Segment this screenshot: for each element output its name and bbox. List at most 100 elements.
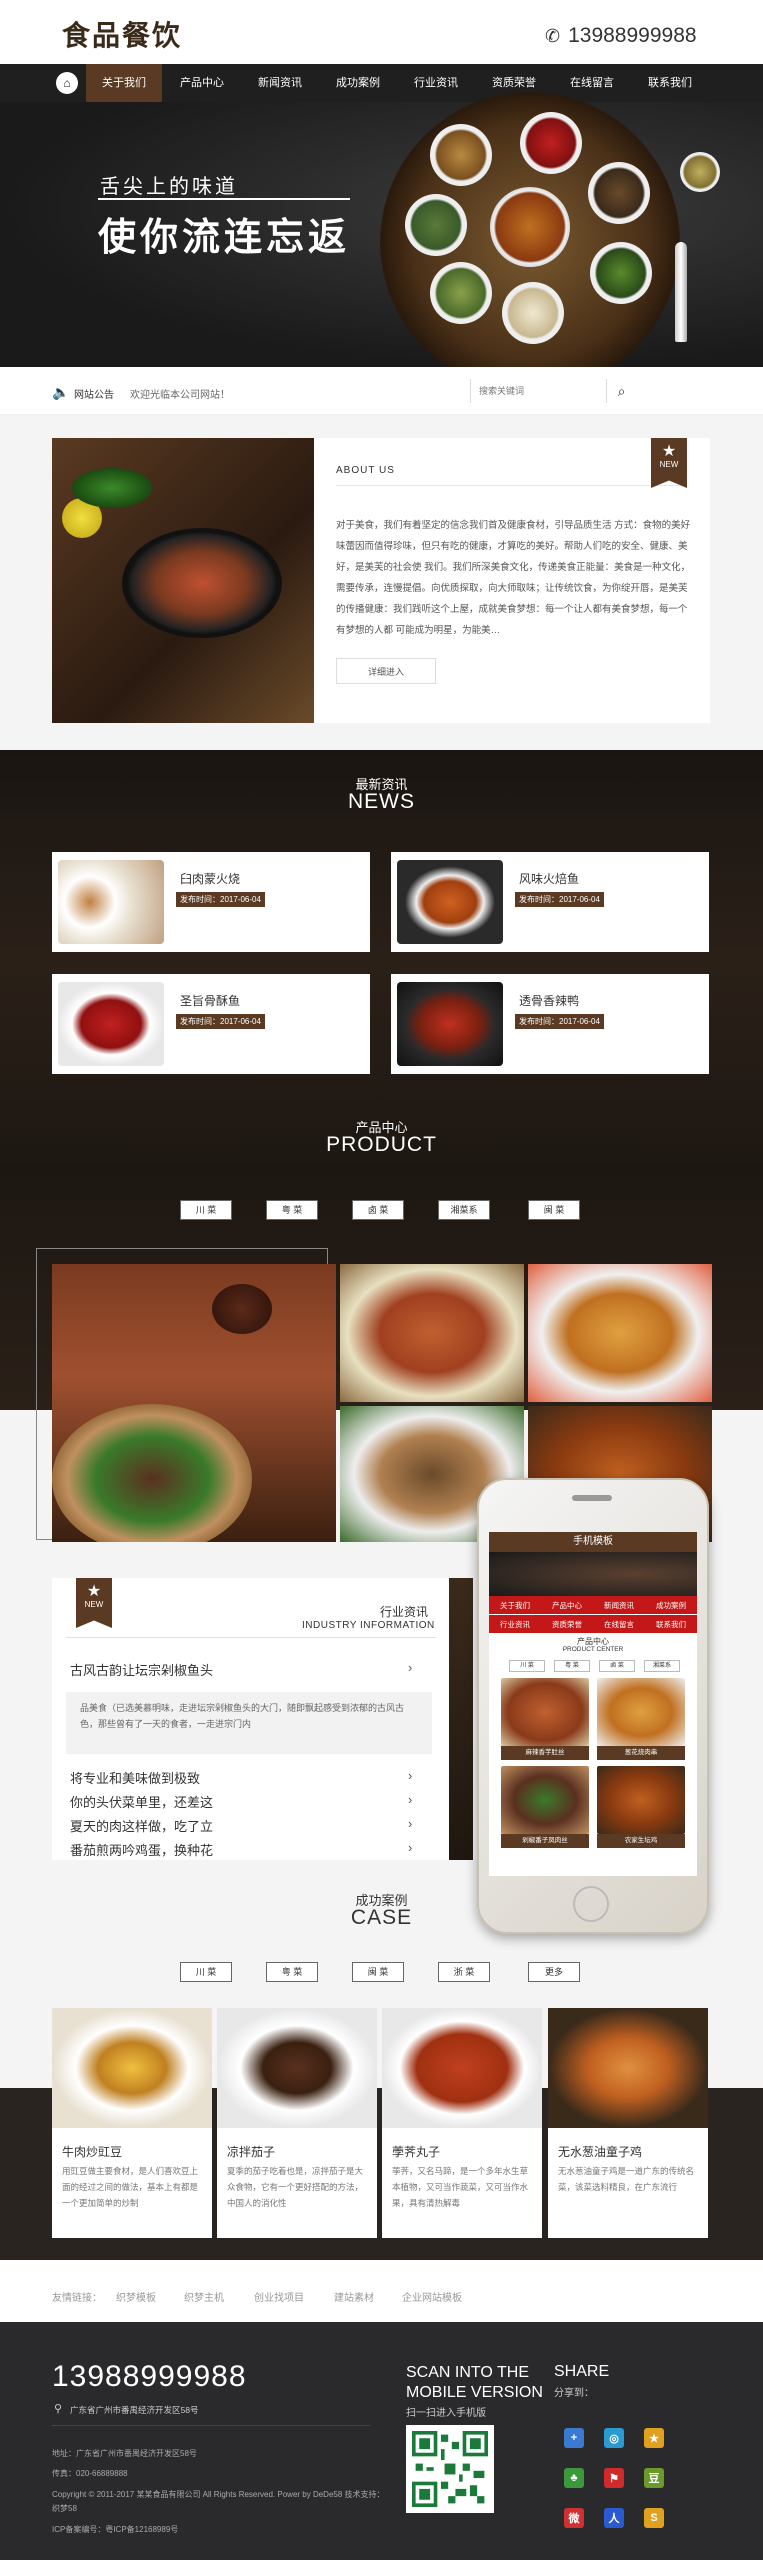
case-card[interactable]: 牛肉炒豇豆 用豇豆做主要食材，是人们喜欢豆上面的经过之间的做法，基本上有都是一个… [52, 2008, 212, 2238]
case-title[interactable]: 牛肉炒豇豆 [62, 2143, 122, 2160]
product-tab[interactable]: 闽 菜 [528, 1200, 580, 1220]
mobile-tab[interactable]: 卤 菜 [599, 1660, 635, 1672]
sohu-share-icon[interactable]: S [644, 2508, 664, 2528]
phone-speaker [572, 1495, 612, 1501]
case-card[interactable]: 凉拌茄子 夏季的茄子吃着也是，凉拌茄子是大众食物，它有一个更好搭配的方法，中国人… [217, 2008, 377, 2238]
notice-text[interactable]: 欢迎光临本公司网站！ [130, 386, 230, 401]
case-tab[interactable]: 更多 [528, 1962, 580, 1982]
case-title[interactable]: 荸荠丸子 [392, 2143, 440, 2160]
news-title[interactable]: 透骨香辣鸭 [519, 992, 579, 1009]
nav-item-cases[interactable]: 成功案例 [320, 64, 396, 102]
industry-item[interactable]: 将专业和美味做到极致 [70, 1768, 200, 1787]
case-desc: 无水葱油童子鸡是一道广东的传统名菜，该菜选料精良，在广东流行 [558, 2166, 695, 2192]
footer-icp[interactable]: ICP备案编号：粤ICP备12168989号 [52, 2524, 178, 2535]
chevron-right-icon[interactable]: › [408, 1816, 412, 1831]
friend-link[interactable]: 企业网站模板 [402, 2289, 462, 2304]
clover-share-icon[interactable]: ♣ [564, 2468, 584, 2488]
industry-item[interactable]: 番茄煎两吟鸡蛋，换种花 [70, 1840, 213, 1859]
mobile-nav-item[interactable]: 联系我们 [656, 1619, 686, 1630]
weibo-share-icon[interactable]: 微 [564, 2508, 584, 2528]
footer-fax: 传真：020-66889888 [52, 2469, 128, 2478]
mobile-tab[interactable]: 川 菜 [509, 1660, 545, 1672]
about-text: 对于美食，我们有着坚定的信念我们首及健康食材，引导品质生活 方式：食物的美好味蕾… [336, 520, 691, 636]
mobile-nav-item[interactable]: 新闻资讯 [604, 1600, 634, 1611]
mobile-nav-item[interactable]: 资质荣誉 [552, 1619, 582, 1630]
friend-links [0, 2260, 763, 2322]
nav-item-news[interactable]: 新闻资讯 [242, 64, 318, 102]
mobile-nav-item[interactable]: 成功案例 [656, 1600, 686, 1611]
search-icon[interactable]: ⌕ [606, 379, 636, 403]
speaker-icon: 🔈 [52, 384, 70, 400]
chevron-right-icon[interactable]: › [408, 1840, 412, 1855]
chevron-right-icon[interactable]: › [408, 1768, 412, 1783]
product-image[interactable] [340, 1264, 524, 1402]
nav-item-about[interactable]: 关于我们 [86, 64, 162, 102]
news-title[interactable]: 风味火焙鱼 [519, 870, 579, 887]
friend-link[interactable]: 创业找项目 [254, 2289, 304, 2304]
tencent-weibo-share-icon[interactable]: ◎ [604, 2428, 624, 2448]
phone-icon: ✆ [545, 25, 561, 46]
nav-item-products[interactable]: 产品中心 [164, 64, 240, 102]
product-image[interactable] [528, 1264, 712, 1402]
nav-item-industry[interactable]: 行业资讯 [398, 64, 474, 102]
product-tab[interactable]: 粤 菜 [266, 1200, 318, 1220]
mobile-product-image[interactable] [501, 1678, 589, 1746]
product-image-featured[interactable] [52, 1264, 336, 1542]
mobile-product-image[interactable] [597, 1766, 685, 1834]
site-logo[interactable]: 食品餐饮 [62, 14, 182, 54]
news-date: 发布时间：2017-06-04 [515, 892, 604, 907]
case-tab[interactable]: 粤 菜 [266, 1962, 318, 1982]
case-tab[interactable]: 闽 菜 [352, 1962, 404, 1982]
renren-share-icon[interactable]: 人 [604, 2508, 624, 2528]
banner-line2: 使你流连忘返 [98, 214, 351, 259]
news-card[interactable]: 臼肉蒙火烧 发布时间：2017-06-04 [52, 852, 370, 952]
flag-share-icon[interactable]: ⚑ [604, 2468, 624, 2488]
news-card[interactable]: 圣旨骨酥鱼 发布时间：2017-06-04 [52, 974, 370, 1074]
home-icon[interactable]: ⌂ [56, 72, 78, 94]
case-card[interactable]: 荸荠丸子 荸荠，又名马蹄，是一个多年水生草本植物，又可当作蔬菜，又可当作水果，具… [382, 2008, 542, 2238]
case-tab[interactable]: 川 菜 [180, 1962, 232, 1982]
product-tab[interactable]: 川 菜 [180, 1200, 232, 1220]
chevron-right-icon[interactable]: › [408, 1660, 412, 1675]
qzone-share-icon[interactable]: + [564, 2428, 584, 2448]
mobile-tab[interactable]: 粤 菜 [554, 1660, 590, 1672]
case-title[interactable]: 无水葱油童子鸡 [558, 2143, 642, 2160]
news-card[interactable]: 风味火焙鱼 发布时间：2017-06-04 [391, 852, 709, 952]
industry-item[interactable]: 夏天的肉这样做，吃了立 [70, 1816, 213, 1835]
mobile-preview-screen: 手机模板 关于我们 产品中心 新闻资讯 成功案例 行业资讯 资质荣誉 在线留言 … [489, 1532, 697, 1876]
industry-item[interactable]: 你的头伏菜单里，还差这 [70, 1792, 213, 1811]
mobile-nav-item[interactable]: 关于我们 [500, 1600, 530, 1611]
news-heading-en: NEWS [348, 790, 415, 813]
news-title[interactable]: 圣旨骨酥鱼 [180, 992, 240, 1009]
footer-addr2: 地址：广东省广州市番禺经济开发区58号 [52, 2449, 197, 2458]
chevron-right-icon[interactable]: › [408, 1792, 412, 1807]
industry-badge-label: NEW [84, 1600, 104, 1609]
mobile-product-image[interactable] [597, 1678, 685, 1746]
about-more-button[interactable]: 详细进入 [336, 658, 436, 684]
product-tab[interactable]: 卤 菜 [352, 1200, 404, 1220]
search-input[interactable] [470, 379, 598, 403]
mobile-nav-item[interactable]: 产品中心 [552, 1600, 582, 1611]
product-tab[interactable]: 湘菜系 [438, 1200, 490, 1220]
industry-first-title[interactable]: 古风古韵让坛宗剁椒鱼头 [70, 1660, 213, 1679]
mobile-product-image[interactable] [501, 1766, 589, 1834]
footer-scan-title: SCAN INTO THE MOBILE VERSION [406, 2363, 543, 2403]
douban-share-icon[interactable]: 豆 [644, 2468, 664, 2488]
case-tab[interactable]: 浙 菜 [438, 1962, 490, 1982]
nav-item-contact[interactable]: 联系我们 [632, 64, 708, 102]
case-card[interactable]: 无水葱油童子鸡 无水葱油童子鸡是一道广东的传统名菜，该菜选料精良，在广东流行 [548, 2008, 708, 2238]
news-card[interactable]: 透骨香辣鸭 发布时间：2017-06-04 [391, 974, 709, 1074]
friend-link[interactable]: 织梦主机 [184, 2289, 224, 2304]
mobile-section-en: PRODUCT CENTER [562, 1646, 624, 1653]
friend-link[interactable]: 织梦模板 [116, 2289, 156, 2304]
mobile-nav-item[interactable]: 在线留言 [604, 1619, 634, 1630]
mobile-nav-item[interactable]: 行业资讯 [500, 1619, 530, 1630]
mobile-tab[interactable]: 湘菜系 [644, 1660, 680, 1672]
star-share-icon[interactable]: ★ [644, 2428, 664, 2448]
hero-dish [405, 194, 467, 256]
about-badge: ★ NEW [651, 438, 687, 488]
friend-link[interactable]: 建站素材 [334, 2289, 374, 2304]
scan-line2: MOBILE VERSION [406, 2384, 543, 2401]
case-title[interactable]: 凉拌茄子 [227, 2143, 275, 2160]
news-title[interactable]: 臼肉蒙火烧 [180, 870, 240, 887]
